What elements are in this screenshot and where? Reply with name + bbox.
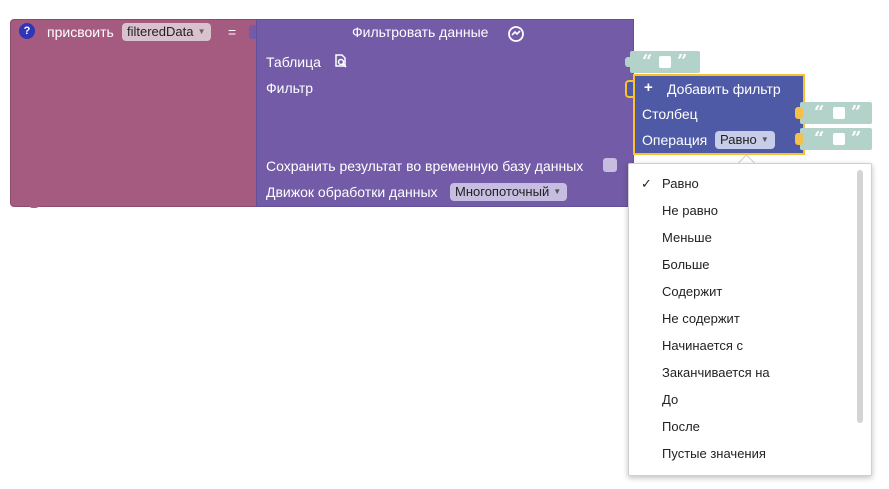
chevron-down-icon: ▼ [760,135,769,144]
menu-item[interactable]: Равно [662,176,699,191]
filter-block-title: Фильтровать данные [352,24,489,40]
table-label: Таблица [266,54,321,70]
column-label: Столбец [642,106,698,122]
variable-name: filteredData [127,24,194,39]
close-quote: ” [851,102,862,123]
string-connector [625,57,633,67]
open-quote: “ [814,102,825,123]
table-search-icon[interactable] [333,53,349,74]
open-quote: “ [814,128,825,149]
table-string-block[interactable]: “ ” [625,51,700,73]
menu-item[interactable]: Пустые значения [662,446,766,461]
operation-string-input[interactable] [833,133,845,145]
checkmark-icon: ✓ [641,176,652,191]
plus-icon: + [644,79,653,96]
chevron-down-icon: ▼ [197,27,206,36]
menu-item[interactable]: Начинается с [662,338,743,353]
operation-value: Равно [720,132,757,147]
operation-dropdown-menu[interactable]: ✓ Равно Не равно Меньше Больше Содержит … [628,163,872,476]
menu-item[interactable]: После [662,419,700,434]
menu-item[interactable]: Не равно [662,203,718,218]
engine-label: Движок обработки данных [266,184,438,200]
variable-dropdown[interactable]: filteredData ▼ [122,23,212,41]
menu-item[interactable]: Заканчивается на [662,365,770,380]
assign-block[interactable] [10,19,259,207]
engine-dropdown[interactable]: Многопоточный ▼ [450,183,568,201]
operation-dropdown[interactable]: Равно ▼ [715,131,775,149]
filter-label: Фильтр [266,80,314,96]
refresh-icon[interactable] [507,25,525,48]
menu-item[interactable]: Больше [662,257,710,272]
string-connector [795,133,803,145]
operation-label: Операция [642,132,708,148]
filter-data-block[interactable] [256,19,634,207]
menu-item[interactable]: Не содержит [662,311,740,326]
operation-string-block[interactable]: “ ” [795,128,872,150]
save-temp-db-checkbox[interactable] [603,158,617,172]
assign-label: присвоить [47,24,114,40]
menu-item[interactable]: Меньше [662,230,712,245]
menu-item[interactable]: Содержит [662,284,722,299]
open-quote: “ [642,51,653,72]
column-string-input[interactable] [833,107,845,119]
equals-sign: = [228,24,237,40]
engine-value: Многопоточный [455,184,550,199]
add-filter-title: Добавить фильтр [667,81,781,97]
table-string-input[interactable] [659,56,671,68]
menu-item[interactable]: До [662,392,678,407]
close-quote: ” [851,128,862,149]
close-quote: ” [677,51,688,72]
chevron-down-icon: ▼ [553,187,562,196]
help-icon[interactable]: ? [19,23,35,39]
column-string-block[interactable]: “ ” [795,102,872,124]
menu-scrollbar[interactable] [857,170,863,423]
save-temp-db-label: Сохранить результат во временную базу да… [266,158,584,174]
string-connector [795,107,803,119]
